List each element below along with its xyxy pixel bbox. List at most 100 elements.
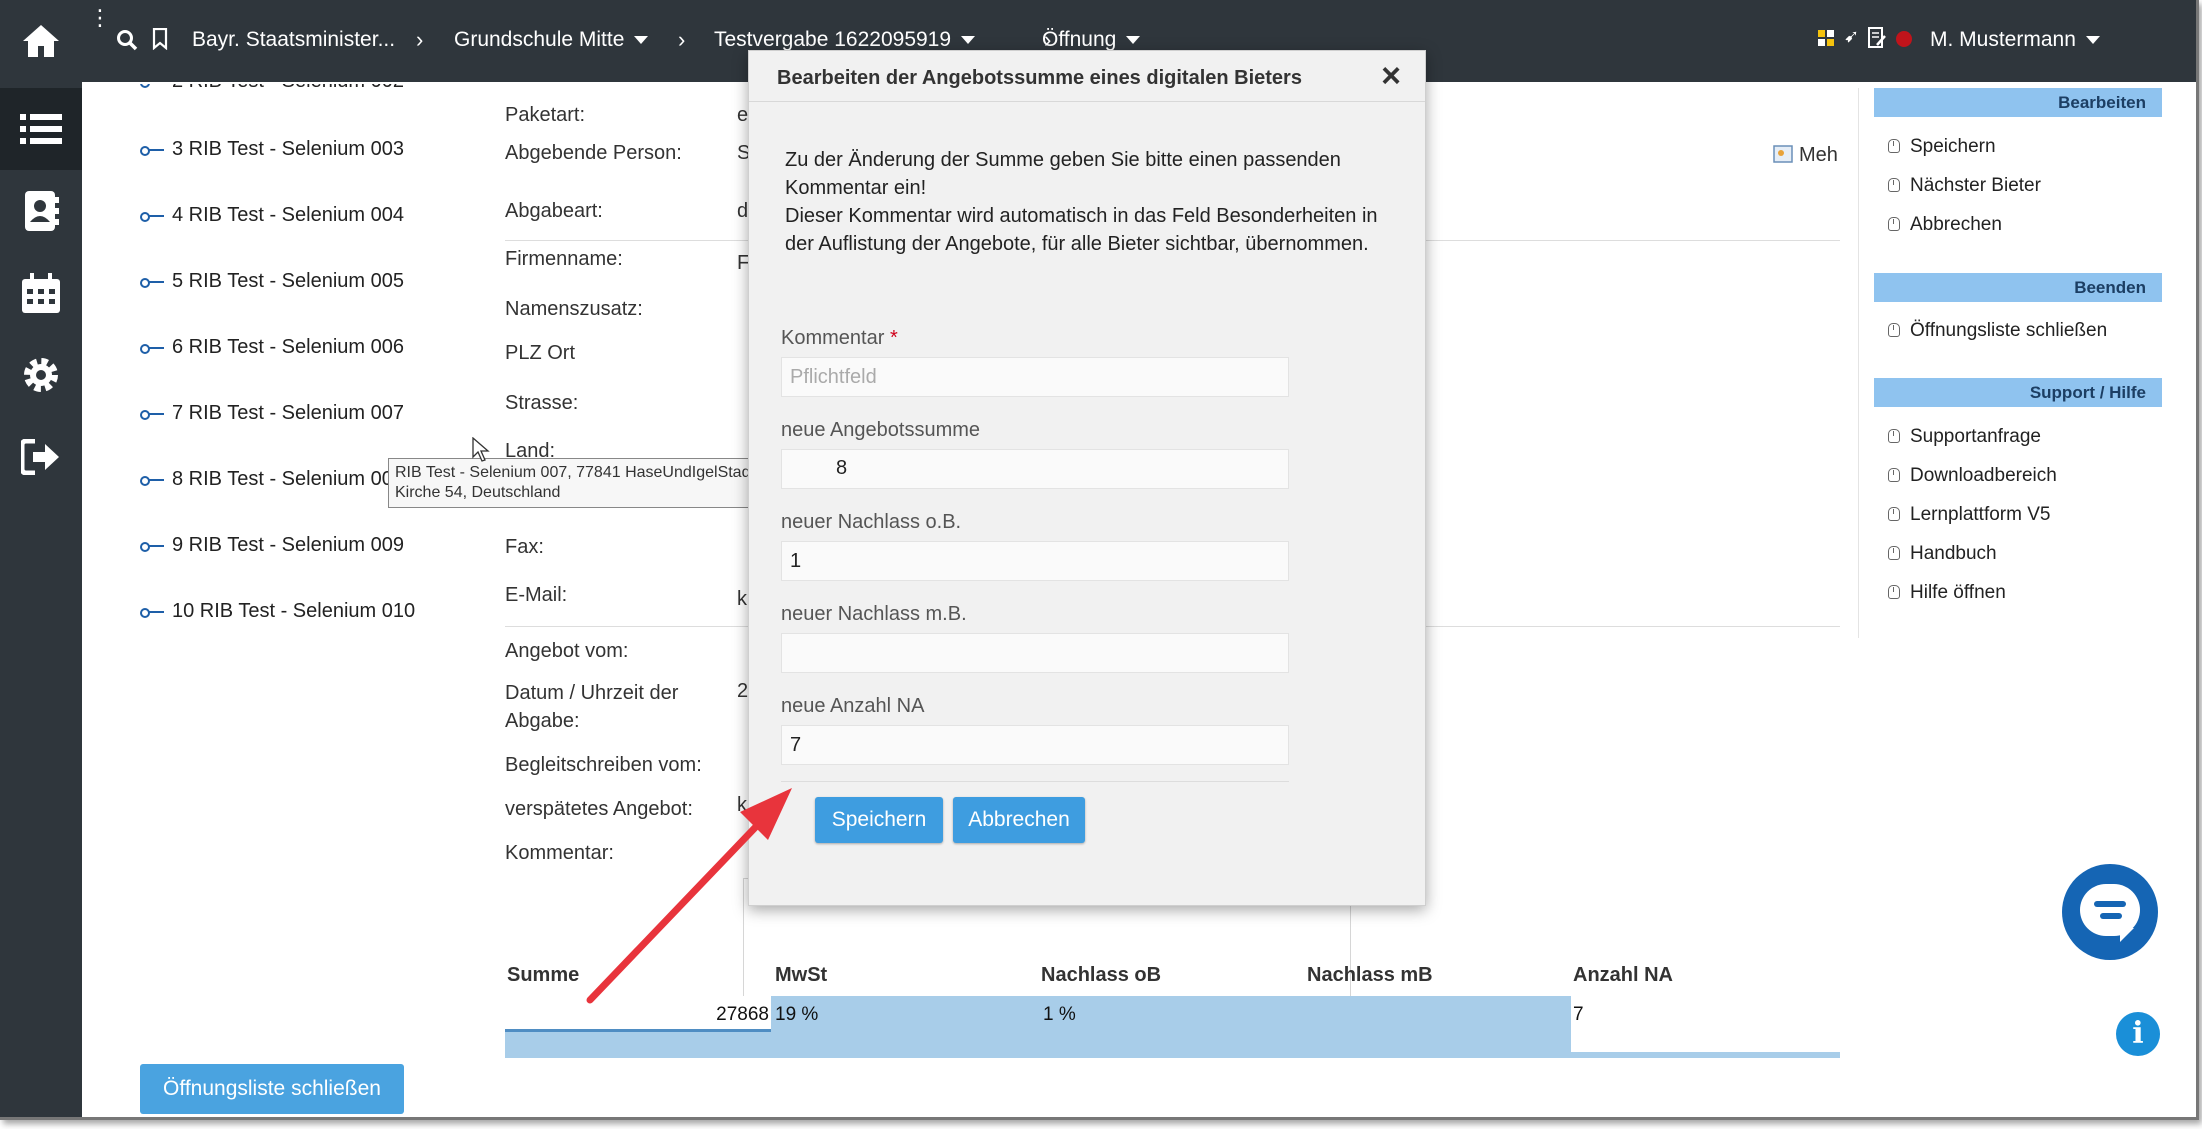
bidder-item[interactable]: 10 RIB Test - Selenium 010 xyxy=(140,600,415,623)
widgets-icon[interactable] xyxy=(1818,30,1834,46)
header-summe: Summe xyxy=(507,964,580,986)
chat-support-button[interactable] xyxy=(2062,864,2158,960)
bidder-item[interactable]: 7 RIB Test - Selenium 007 xyxy=(140,402,404,425)
bidder-item[interactable]: 5 RIB Test - Selenium 005 xyxy=(140,270,404,293)
action-handbuch[interactable]: Handbuch xyxy=(1888,543,1997,565)
sidebar xyxy=(0,0,82,1117)
neue-anzahl-na-input[interactable]: 7 xyxy=(781,725,1289,765)
dialog-title: Bearbeiten der Angebotssumme eines digit… xyxy=(777,67,1302,89)
divider xyxy=(749,101,1425,102)
action-naechster-bieter[interactable]: Nächster Bieter xyxy=(1888,175,2041,197)
key-icon xyxy=(140,145,166,156)
label-neuer-nachlass-ob: neuer Nachlass o.B. xyxy=(781,511,962,533)
address-book-icon[interactable] xyxy=(0,170,82,252)
user-menu[interactable]: M. Mustermann xyxy=(1930,28,2100,52)
cell-nachlass-mb xyxy=(1307,996,1573,1058)
action-oeffnungsliste-schliessen[interactable]: Öffnungsliste schließen xyxy=(1888,320,2107,342)
value-email: k xyxy=(737,588,747,610)
mouse-icon xyxy=(1888,139,1900,153)
cell-nachlass-ob: 1 % xyxy=(1043,1004,1076,1025)
action-speichern[interactable]: Speichern xyxy=(1888,136,1996,158)
breadcrumb-procurement[interactable]: Testvergabe 1622095919 xyxy=(714,28,976,52)
breadcrumb-opening[interactable]: Öffnung xyxy=(1042,28,1141,52)
action-abbrechen[interactable]: Abbrechen xyxy=(1888,214,2002,236)
key-icon xyxy=(140,211,166,222)
key-icon xyxy=(140,343,166,354)
map-icon xyxy=(1773,145,1793,163)
key-icon xyxy=(140,409,166,420)
label-angebot-vom: Angebot vom: xyxy=(505,640,629,662)
label-fax: Fax: xyxy=(505,536,544,558)
label-datum-line2: Abgabe: xyxy=(505,710,580,732)
bidder-item[interactable]: 9 RIB Test - Selenium 009 xyxy=(140,534,404,557)
home-icon[interactable] xyxy=(0,0,82,82)
label-datum-line1: Datum / Uhrzeit der xyxy=(505,682,679,704)
neue-angebotssumme-input[interactable]: 8 xyxy=(781,449,1289,489)
bidder-item[interactable]: 8 RIB Test - Selenium 008 xyxy=(140,468,404,491)
breadcrumb-ministry[interactable]: Bayr. Staatsminister... xyxy=(192,28,395,52)
status-dot-icon xyxy=(1896,31,1912,47)
chevron-right-icon: › xyxy=(416,27,424,52)
vertical-dots-icon[interactable]: ⋮ xyxy=(89,7,111,29)
edit-offer-sum-dialog: Bearbeiten der Angebotssumme eines digit… xyxy=(748,50,1426,906)
mouse-icon xyxy=(1888,217,1900,231)
chat-bubble-icon xyxy=(2080,884,2140,942)
label-neue-angebotssumme: neue Angebotssumme xyxy=(781,419,981,441)
save-button[interactable]: Speichern xyxy=(815,797,943,843)
caret-down-icon xyxy=(634,36,649,45)
mouse-icon xyxy=(1888,585,1900,599)
dialog-instructions: Zu der Änderung der Summe geben Sie bitt… xyxy=(785,149,1378,255)
label-abgebende-person: Abgebende Person: xyxy=(505,142,682,164)
cell-mwst: 19 % xyxy=(775,1004,819,1025)
close-opening-list-button[interactable]: Öffnungsliste schließen xyxy=(140,1064,404,1114)
breadcrumb-school[interactable]: Grundschule Mitte xyxy=(454,28,649,52)
mouse-icon xyxy=(1888,546,1900,560)
label-neue-anzahl-na: neue Anzahl NA xyxy=(781,695,925,717)
caret-down-icon xyxy=(1126,36,1141,45)
action-lernplattform[interactable]: Lernplattform V5 xyxy=(1888,504,2050,526)
label-neuer-nachlass-mb: neuer Nachlass m.B. xyxy=(781,603,967,625)
bidder-item[interactable]: 4 RIB Test - Selenium 004 xyxy=(140,204,404,227)
mouse-cursor-icon xyxy=(472,437,490,462)
key-icon xyxy=(140,541,166,552)
info-icon[interactable]: i xyxy=(2116,1012,2160,1056)
section-header-beenden: Beenden xyxy=(1874,273,2162,302)
action-supportanfrage[interactable]: Supportanfrage xyxy=(1888,426,2041,448)
mouse-icon xyxy=(1888,468,1900,482)
search-icon[interactable] xyxy=(116,29,138,51)
kommentar-input[interactable]: Pflichtfeld xyxy=(781,357,1289,397)
annotation-arrow-icon xyxy=(586,788,792,1004)
neuer-nachlass-mb-input[interactable] xyxy=(781,633,1289,673)
label-strasse: Strasse: xyxy=(505,392,579,414)
document-edit-icon[interactable] xyxy=(1868,27,1886,49)
label-paketart: Paketart: xyxy=(505,104,586,126)
gear-icon[interactable] xyxy=(0,334,82,416)
bidder-item[interactable]: 6 RIB Test - Selenium 006 xyxy=(140,336,404,359)
close-icon[interactable]: × xyxy=(1381,57,1401,96)
calendar-icon[interactable] xyxy=(0,252,82,334)
label-namenszusatz: Namenszusatz: xyxy=(505,298,643,320)
logout-icon[interactable] xyxy=(0,416,82,498)
mouse-icon xyxy=(1888,507,1900,521)
bidder-item[interactable]: 3 RIB Test - Selenium 003 xyxy=(140,138,404,161)
mouse-icon xyxy=(1888,429,1900,443)
header-nachlass-mb: Nachlass mB xyxy=(1307,964,1433,986)
action-downloadbereich[interactable]: Downloadbereich xyxy=(1888,465,2057,487)
neuer-nachlass-ob-input[interactable]: 1 xyxy=(781,541,1289,581)
key-icon xyxy=(140,277,166,288)
header-anzahl-na: Anzahl NA xyxy=(1573,964,1673,986)
required-marker: * xyxy=(889,327,898,349)
mouse-icon xyxy=(1888,323,1900,337)
label-firmenname: Firmenname: xyxy=(505,248,623,270)
label-plz-ort: PLZ Ort xyxy=(505,342,576,364)
bookmark-icon[interactable] xyxy=(152,28,168,50)
cancel-button[interactable]: Abbrechen xyxy=(953,797,1085,843)
section-header-bearbeiten: Bearbeiten xyxy=(1874,88,2162,117)
action-hilfe-oeffnen[interactable]: Hilfe öffnen xyxy=(1888,582,2006,604)
tools-icon[interactable]: ➹ xyxy=(1844,26,1859,47)
mehr-link[interactable]: Meh xyxy=(1773,144,1838,167)
list-icon[interactable] xyxy=(0,88,82,170)
cell-anzahl-na[interactable]: 7 xyxy=(1571,996,1840,1052)
app-window: ⋮ Bayr. Staatsminister... › Grundschule … xyxy=(0,0,2199,1120)
mouse-icon xyxy=(1888,178,1900,192)
